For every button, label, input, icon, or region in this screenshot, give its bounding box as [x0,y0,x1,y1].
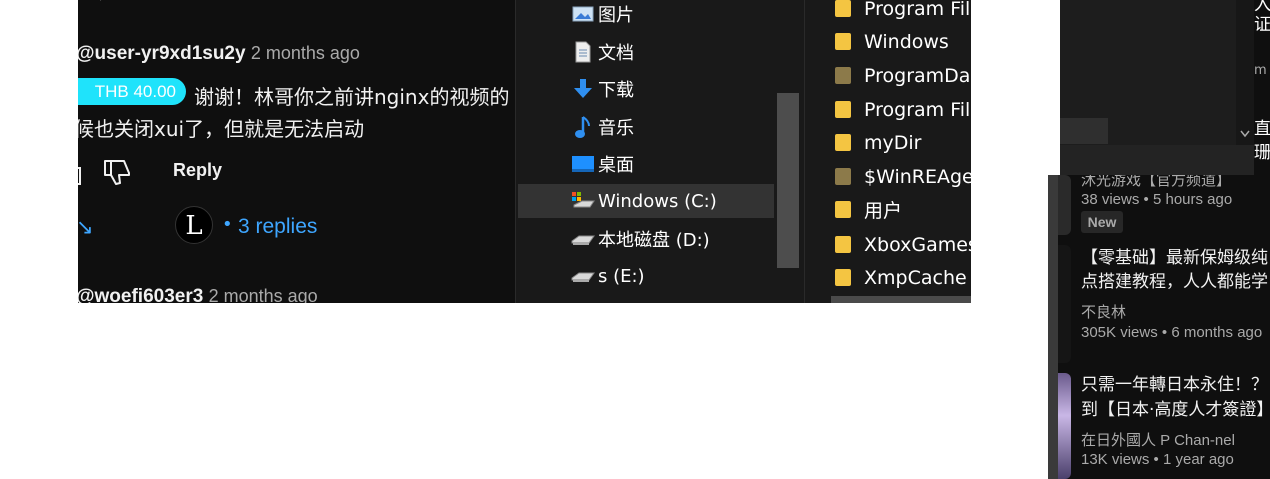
folder-item[interactable]: Windows [835,25,949,58]
pictures-icon [568,5,598,23]
drive-c-icon [568,191,598,211]
comment-author[interactable]: @user-yr9xd1su2y 2 months ago [78,43,360,65]
desktop-icon [568,155,598,173]
super-thanks-badge: THB 40.00 [78,78,186,105]
nav-item-drive-d[interactable]: 本地磁盘 (D:) [518,222,774,256]
like-icon-partial[interactable] [78,0,114,6]
video-title[interactable]: 【零基础】最新保姆级纯 [1081,245,1268,271]
nav-item-drive-c[interactable]: Windows (C:) [518,184,774,218]
folder-item[interactable]: 用户 [835,193,902,226]
video-thumbnail[interactable] [1058,245,1071,363]
music-icon [568,115,598,139]
folder-icon [835,201,851,218]
video-thumbnail[interactable] [1058,175,1071,235]
folder-icon [835,236,851,253]
folder-hidden-icon [835,168,851,185]
downloads-icon [568,78,598,100]
comment-time: 2 months ago [250,43,360,63]
video-meta: 13K views • 1 year ago [1081,451,1234,468]
status-bar [1060,145,1254,175]
nav-scrollbar-thumb[interactable] [777,93,799,268]
video-title[interactable]: 到【日本·高度人才簽證】 [1081,397,1270,423]
documents-icon [568,41,598,63]
folder-item[interactable]: myDir [835,126,921,159]
like-icon[interactable] [78,158,92,186]
folder-item[interactable]: XmpCache [835,261,967,294]
nav-item-pictures[interactable]: 图片 [518,0,774,31]
drive-icon [568,232,598,246]
avatar[interactable]: L [175,206,213,244]
comment-text-line-2: 候也关闭xui了，但就是无法启动 [78,117,365,141]
comment-text-line-1: 谢谢！林哥你之前讲nginx的视频的 [194,85,510,109]
comment-author-2[interactable]: @woefi603er3 2 months ago [78,286,318,303]
page-edge-text: 入 证 m 直 珊 [1254,0,1270,175]
video-thumbnail[interactable] [1058,373,1071,479]
nav-item-downloads[interactable]: 下载 [518,72,774,106]
folder-icon [835,269,851,286]
video-channel[interactable]: 在日外國人 P Chan-nel [1081,429,1235,450]
folder-icon [835,101,851,118]
selected-row-highlight [831,296,971,303]
video-channel[interactable]: 不良林 [1081,301,1126,322]
expand-arrow-icon[interactable]: ↘ [78,215,94,239]
video-meta: 38 views • 5 hours ago [1081,191,1233,208]
sidebar-left-edge [1048,175,1058,479]
nav-item-documents[interactable]: 文档 [518,35,774,69]
explorer-navigation-pane: 图片 文档 下载 音乐 桌面 Windows (C:) 本地磁盘 (D:) s … [515,0,804,303]
folder-icon [835,33,851,50]
folder-item[interactable]: Program Fil [835,0,970,25]
video-title[interactable]: 点搭建教程，人人都能学 [1081,269,1268,295]
details-strip [1060,118,1108,144]
folder-hidden-icon [835,67,851,84]
explorer-file-list: Program Fil Windows ProgramDa Program Fi… [804,0,971,303]
folder-item[interactable]: XboxGames [835,228,971,261]
folder-item[interactable]: Program Fil [835,93,970,126]
folder-icon [835,0,851,17]
video-meta: 305K views • 6 months ago [1081,324,1263,341]
folder-item[interactable]: $WinREAge [835,160,971,193]
nav-item-drive-e[interactable]: s (E:) [518,259,774,293]
folder-icon [835,134,851,151]
video-title[interactable]: 只需一年轉日本永住！？ [1081,372,1268,398]
drive-icon [568,269,598,283]
details-scrollbar[interactable] [1236,0,1254,145]
explorer-details-area [1060,0,1254,175]
comment-time-2: 2 months ago [208,286,318,303]
folder-item[interactable]: ProgramDa [835,59,970,92]
new-badge: New [1081,211,1123,233]
nav-item-music[interactable]: 音乐 [518,110,774,144]
recommended-videos: 沐光游戏【官方频道】 38 views • 5 hours ago New 【零… [1048,175,1270,479]
replies-link[interactable]: 3 replies [238,215,317,239]
reply-button[interactable]: Reply [173,160,222,181]
dislike-icon[interactable] [102,157,132,187]
separator-dot: • [222,214,233,235]
comments-panel: @user-yr9xd1su2y 2 months ago THB 40.00 … [78,0,515,303]
nav-item-desktop[interactable]: 桌面 [518,147,774,181]
video-channel[interactable]: 沐光游戏【官方频道】 [1081,175,1231,190]
